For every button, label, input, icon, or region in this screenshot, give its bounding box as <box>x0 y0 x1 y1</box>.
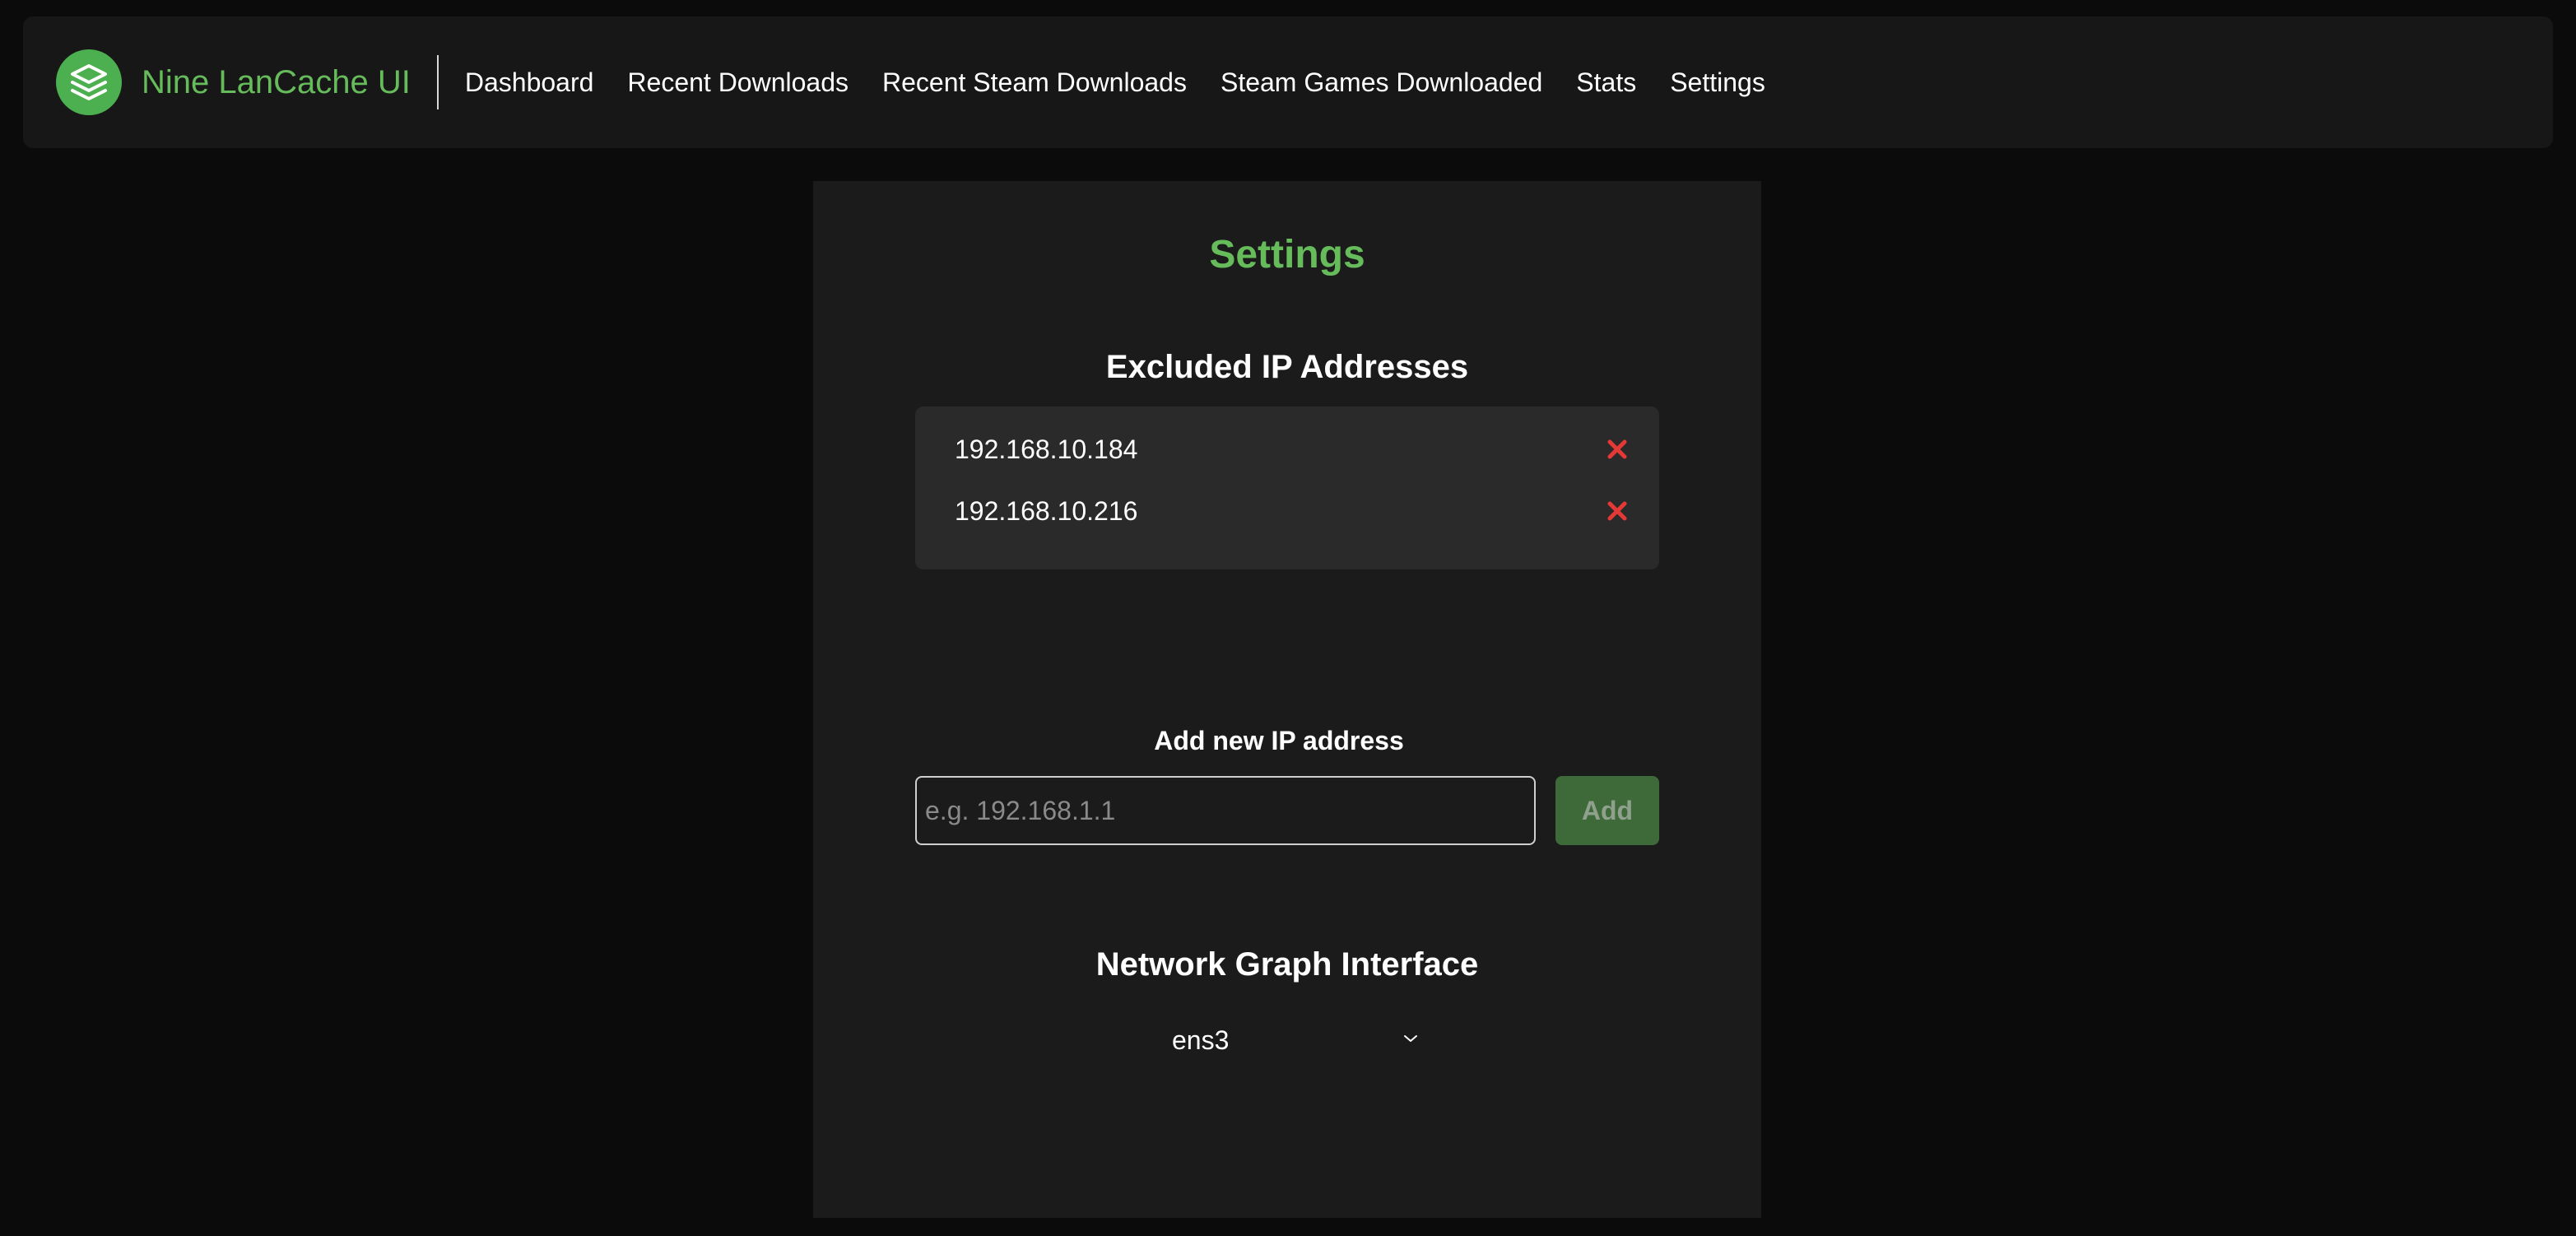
ip-address: 192.168.10.184 <box>955 434 1138 464</box>
nav-item-settings[interactable]: Settings <box>1670 67 1765 98</box>
nav-item-steam-games-downloaded[interactable]: Steam Games Downloaded <box>1221 67 1542 98</box>
nav-item-dashboard[interactable]: Dashboard <box>465 67 594 98</box>
nav-links: Dashboard Recent Downloads Recent Steam … <box>465 67 1765 98</box>
excluded-ip-list: 192.168.10.184 192.168.10.216 <box>915 407 1659 569</box>
list-item: 192.168.10.216 <box>955 493 1630 529</box>
network-graph-heading: Network Graph Interface <box>1095 946 1479 983</box>
nav-item-recent-steam-downloads[interactable]: Recent Steam Downloads <box>882 67 1187 98</box>
close-icon[interactable] <box>1605 499 1630 523</box>
top-navbar: Nine LanCache UI Dashboard Recent Downlo… <box>23 16 2553 148</box>
nav-item-stats[interactable]: Stats <box>1576 67 1636 98</box>
app-title[interactable]: Nine LanCache UI <box>142 64 411 101</box>
add-ip-button[interactable]: Add <box>1555 776 1659 845</box>
list-item: 192.168.10.184 <box>955 431 1630 467</box>
excluded-ips-heading: Excluded IP Addresses <box>1105 349 1469 385</box>
settings-panel: Settings Excluded IP Addresses 192.168.1… <box>813 181 1761 1218</box>
network-interface-select[interactable]: ens3 <box>1172 1017 1419 1063</box>
ip-address-input[interactable] <box>915 776 1536 845</box>
page-title: Settings <box>1209 233 1365 276</box>
add-ip-label: Add new IP address <box>1154 726 1404 755</box>
stacked-layers-icon[interactable] <box>56 49 122 115</box>
nav-item-recent-downloads[interactable]: Recent Downloads <box>627 67 849 98</box>
selected-interface: ens3 <box>1172 1025 1230 1055</box>
chevron-down-icon <box>1402 1033 1419 1048</box>
ip-address: 192.168.10.216 <box>955 495 1138 526</box>
close-icon[interactable] <box>1605 437 1630 462</box>
nav-divider <box>436 55 439 109</box>
